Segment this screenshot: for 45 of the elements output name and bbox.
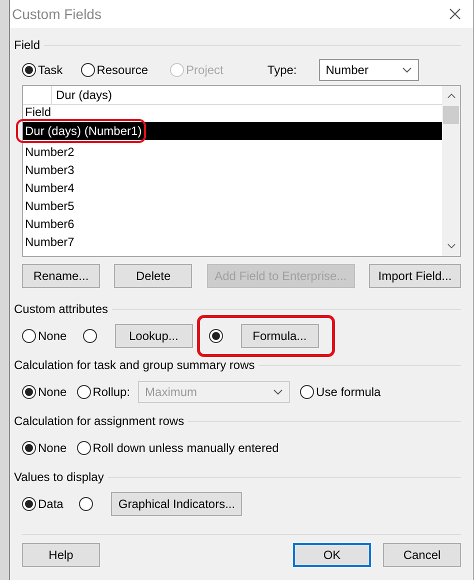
list-item[interactable]: Number7: [23, 233, 442, 251]
scrollbar[interactable]: [442, 86, 460, 256]
radio-button[interactable]: Roll down unless manually entered: [76, 441, 279, 455]
radio-button[interactable]: Use formula: [300, 385, 381, 399]
list-item[interactable]: Number4: [23, 179, 442, 197]
field-label: Type:: [267, 63, 297, 77]
radio-button[interactable]: [208, 329, 223, 343]
list-item[interactable]: Dur (days) (Number1): [23, 122, 442, 140]
section-label: Calculation for assignment rows: [14, 414, 184, 428]
radio-button[interactable]: None: [22, 329, 67, 343]
action-button[interactable]: Import Field...: [368, 264, 461, 288]
action-button[interactable]: Graphical Indicators...: [111, 492, 242, 516]
dialog-button[interactable]: OK: [293, 543, 371, 567]
close-icon[interactable]: [449, 8, 461, 20]
list-item[interactable]: Number2: [23, 143, 442, 161]
dialog-button[interactable]: Cancel: [383, 543, 461, 567]
chevron-down-icon: [273, 389, 284, 395]
list-header: Field: [24, 105, 52, 119]
action-button[interactable]: Formula...: [240, 324, 319, 348]
radio-button[interactable]: [79, 497, 94, 511]
name-field[interactable]: Dur (days): [52, 88, 112, 102]
radio-button[interactable]: Task: [22, 63, 63, 77]
chevron-up-icon: [446, 93, 456, 99]
radio-button[interactable]: [82, 329, 97, 343]
list-item[interactable]: Number5: [23, 197, 442, 215]
action-button[interactable]: Delete: [114, 264, 192, 288]
section-label: Values to display: [14, 470, 104, 484]
list-item[interactable]: Number3: [23, 161, 442, 179]
chevron-down-icon: [402, 67, 412, 73]
dialog-button[interactable]: Help: [22, 543, 100, 567]
radio-button[interactable]: None: [22, 385, 67, 399]
window-title: Custom Fields: [12, 6, 102, 22]
list-item[interactable]: Number6: [23, 215, 442, 233]
radio-button[interactable]: Resource: [80, 63, 148, 77]
radio-button[interactable]: None: [22, 441, 67, 455]
type-dropdown[interactable]: Number: [318, 59, 419, 81]
action-button[interactable]: Rename...: [22, 264, 100, 288]
section-label: Calculation for task and group summary rows: [14, 358, 255, 372]
chevron-down-icon: [446, 243, 456, 249]
radio-button[interactable]: Rollup:: [76, 385, 130, 399]
section-label: Field: [14, 38, 40, 52]
action-button[interactable]: Lookup...: [114, 324, 193, 348]
scroll-thumb[interactable]: [443, 106, 459, 124]
radio-button[interactable]: Data: [22, 497, 64, 511]
section-label: Custom attributes: [14, 302, 108, 316]
